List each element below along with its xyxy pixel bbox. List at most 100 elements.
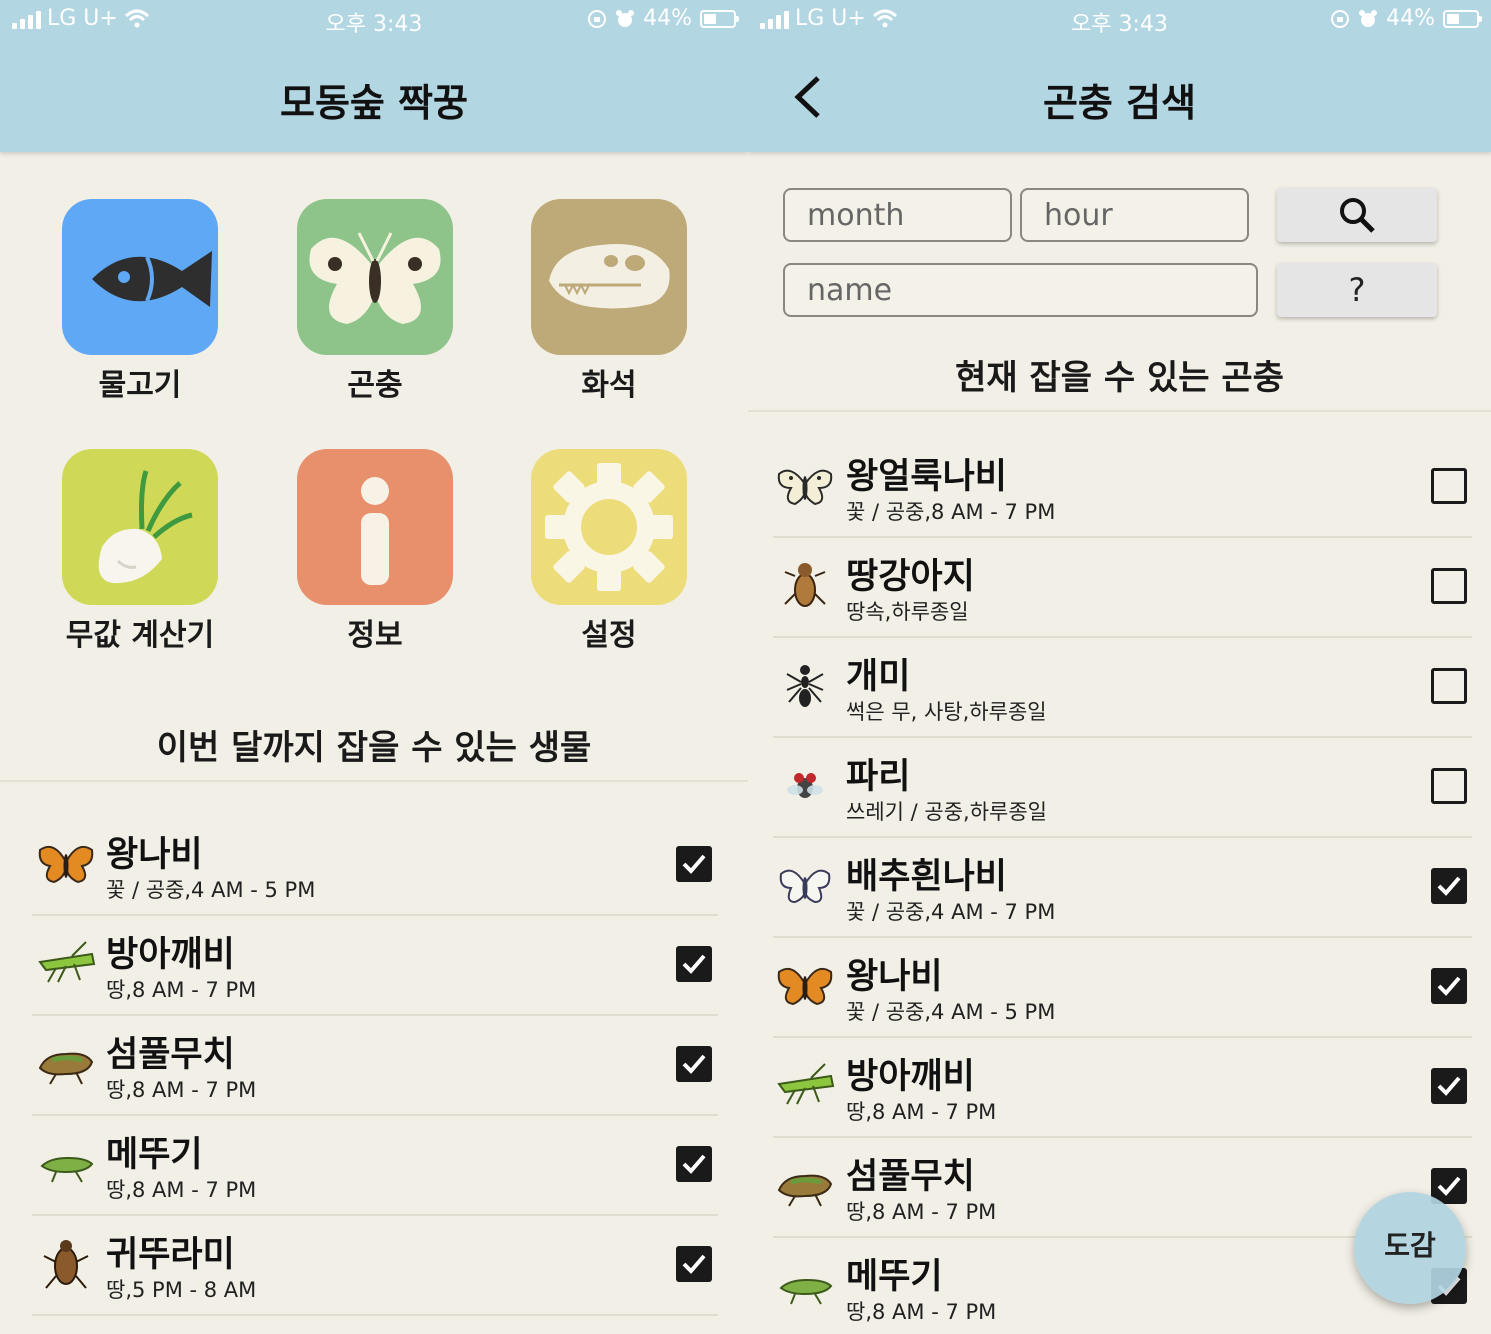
encyclopedia-fab[interactable]: 도감 bbox=[1354, 1192, 1466, 1304]
rice-grasshopper-icon bbox=[775, 1254, 835, 1314]
locust-icon bbox=[775, 1154, 835, 1214]
monarch-butterfly-icon bbox=[775, 954, 835, 1014]
item-detail: 꽃 / 공중,8 AM - 7 PM bbox=[846, 500, 1056, 524]
item-name: 왕얼룩나비 bbox=[846, 457, 1008, 497]
turnip-icon bbox=[98, 470, 193, 584]
page-title: 곤충 검색 bbox=[1042, 81, 1197, 125]
checkbox[interactable] bbox=[676, 1246, 712, 1282]
list-item[interactable]: 왕얼룩나비 꽃 / 공중,8 AM - 7 PM bbox=[773, 436, 1472, 538]
fossil-tile[interactable] bbox=[531, 199, 687, 355]
month-input[interactable] bbox=[785, 190, 1010, 240]
hour-field[interactable] bbox=[1020, 188, 1249, 242]
month-field[interactable] bbox=[783, 188, 1012, 242]
butterfly-icon bbox=[309, 232, 441, 324]
battery-icon bbox=[1443, 9, 1482, 28]
divider bbox=[748, 410, 1491, 412]
status-bar: LG U+ 오후 3:43 44% bbox=[0, 4, 748, 38]
battery-percent: 44% bbox=[1386, 6, 1435, 31]
fossil-skull-icon bbox=[549, 244, 670, 309]
list-item[interactable]: 방아깨비 땅,8 AM - 7 PM bbox=[773, 1036, 1472, 1138]
item-name: 메뚜기 bbox=[106, 1135, 203, 1175]
list-item[interactable]: 파리 쓰레기 / 공중,하루종일 bbox=[773, 736, 1472, 838]
ant-icon bbox=[775, 654, 835, 714]
item-detail: 쓰레기 / 공중,하루종일 bbox=[846, 800, 1047, 824]
settings-tile-label: 설정 bbox=[581, 618, 637, 653]
info-tile-label: 정보 bbox=[347, 618, 403, 653]
checkbox[interactable] bbox=[1431, 968, 1467, 1004]
grasshopper-icon bbox=[36, 932, 96, 992]
item-name: 배추흰나비 bbox=[846, 857, 1008, 897]
checkbox[interactable] bbox=[1431, 668, 1467, 704]
checkbox[interactable] bbox=[676, 846, 712, 882]
battery-percent: 44% bbox=[643, 6, 692, 31]
checkbox[interactable] bbox=[676, 946, 712, 982]
list-item[interactable]: 섬풀무치 땅,8 AM - 7 PM bbox=[32, 1014, 718, 1116]
search-button[interactable] bbox=[1277, 188, 1437, 242]
rotation-lock-icon bbox=[588, 9, 607, 28]
checkbox[interactable] bbox=[1431, 468, 1467, 504]
section-title: 이번 달까지 잡을 수 있는 생물 bbox=[156, 728, 592, 768]
gear-icon bbox=[545, 463, 673, 591]
insect-tile[interactable] bbox=[297, 199, 453, 355]
battery-icon bbox=[700, 9, 739, 28]
fish-tile-label: 물고기 bbox=[98, 368, 182, 403]
fish-tile[interactable] bbox=[62, 199, 218, 355]
divider bbox=[0, 780, 748, 782]
item-detail: 땅,8 AM - 7 PM bbox=[846, 1200, 997, 1224]
insect-tile-label: 곤충 bbox=[347, 368, 403, 403]
checkbox[interactable] bbox=[676, 1046, 712, 1082]
turnip-tile-label: 무값 계산기 bbox=[65, 618, 215, 653]
cricket-icon bbox=[36, 1232, 96, 1292]
item-detail: 꽃 / 공중,4 AM - 5 PM bbox=[106, 878, 316, 902]
list-item[interactable]: 메뚜기 땅,8 AM - 7 PM bbox=[32, 1114, 718, 1216]
list-item[interactable]: 왕나비 꽃 / 공중,4 AM - 5 PM bbox=[32, 814, 718, 916]
checkbox[interactable] bbox=[676, 1146, 712, 1182]
rotation-lock-icon bbox=[1331, 9, 1350, 28]
item-detail: 땅속,하루종일 bbox=[846, 600, 969, 624]
list-item[interactable]: 땅강아지 땅속,하루종일 bbox=[773, 536, 1472, 638]
item-name: 왕나비 bbox=[106, 835, 203, 875]
settings-tile[interactable] bbox=[531, 449, 687, 605]
fossil-tile-label: 화석 bbox=[581, 368, 637, 403]
checkbox[interactable] bbox=[1431, 868, 1467, 904]
list-item[interactable]: 방아깨비 땅,8 AM - 7 PM bbox=[32, 914, 718, 1016]
app-header: LG U+ 오후 3:43 44% 모동숲 짝꿍 bbox=[0, 0, 748, 152]
info-tile[interactable] bbox=[297, 449, 453, 605]
status-bar: LG U+ 오후 3:43 44% bbox=[748, 4, 1491, 38]
name-input[interactable] bbox=[785, 265, 1256, 315]
monarch-butterfly-icon bbox=[36, 832, 96, 892]
fly-icon bbox=[775, 754, 835, 814]
item-detail: 땅,8 AM - 7 PM bbox=[846, 1300, 997, 1324]
search-icon bbox=[1340, 198, 1375, 233]
item-name: 섬풀무치 bbox=[846, 1157, 975, 1197]
app-header: LG U+ 오후 3:43 44% 곤충 검색 bbox=[748, 0, 1491, 152]
turnip-tile[interactable] bbox=[62, 449, 218, 605]
alarm-icon bbox=[1359, 9, 1378, 27]
list-item[interactable]: 개미 썩은 무, 사탕,하루종일 bbox=[773, 636, 1472, 738]
list-item[interactable]: 배추흰나비 꽃 / 공중,4 AM - 7 PM bbox=[773, 836, 1472, 938]
status-right: 44% bbox=[1330, 6, 1482, 31]
help-button[interactable]: ? bbox=[1277, 263, 1437, 317]
checkbox[interactable] bbox=[1431, 568, 1467, 604]
item-name: 방아깨비 bbox=[106, 935, 235, 975]
item-name: 방아깨비 bbox=[846, 1057, 975, 1097]
item-name: 왕나비 bbox=[846, 957, 943, 997]
status-right: 44% bbox=[587, 6, 739, 31]
item-detail: 땅,8 AM - 7 PM bbox=[846, 1100, 997, 1124]
home-screen: LG U+ 오후 3:43 44% 모동숲 짝꿍 물고기 곤충 화석 무값 계산… bbox=[0, 0, 748, 1334]
item-name: 메뚜기 bbox=[846, 1257, 943, 1297]
checkbox[interactable] bbox=[1431, 1068, 1467, 1104]
hour-input[interactable] bbox=[1022, 190, 1247, 240]
section-title: 현재 잡을 수 있는 곤충 bbox=[955, 358, 1284, 398]
rice-grasshopper-icon bbox=[36, 1132, 96, 1192]
alarm-icon bbox=[616, 9, 635, 27]
item-detail: 썩은 무, 사탕,하루종일 bbox=[846, 700, 1047, 724]
fish-icon bbox=[92, 251, 212, 307]
mole-cricket-icon bbox=[775, 554, 835, 614]
list-item[interactable]: 귀뚜라미 땅,5 PM - 8 AM bbox=[32, 1214, 718, 1316]
name-field[interactable] bbox=[783, 263, 1258, 317]
list-item[interactable]: 왕나비 꽃 / 공중,4 AM - 5 PM bbox=[773, 936, 1472, 1038]
page-title: 모동숲 짝꿍 bbox=[279, 81, 469, 125]
checkbox[interactable] bbox=[1431, 768, 1467, 804]
item-name: 땅강아지 bbox=[846, 557, 975, 597]
